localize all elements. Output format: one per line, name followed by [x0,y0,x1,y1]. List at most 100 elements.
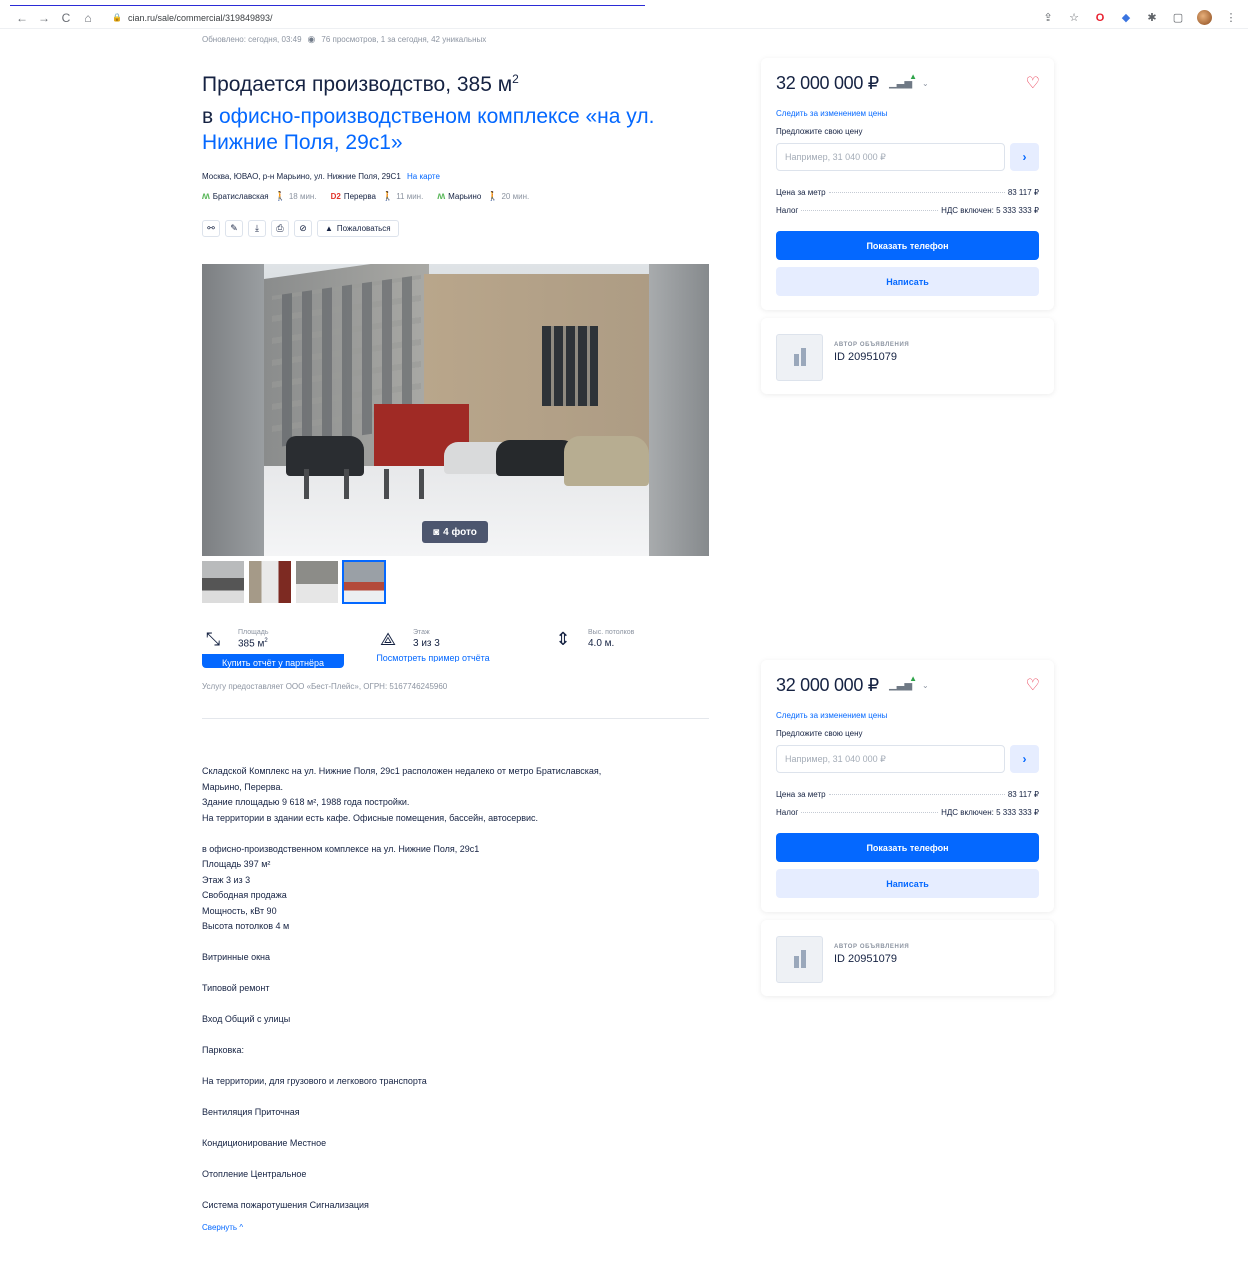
show-phone-button[interactable]: Показать телефон [776,231,1039,260]
price-per-meter-row: Цена за метр 83 117 ₽ [776,790,1039,799]
favorite-heart-icon[interactable]: ♡ [1026,73,1040,93]
puzzle-extensions-icon[interactable]: ✱ [1145,11,1159,25]
complex-link[interactable]: офисно-производственом комплексе «на ул.… [202,105,654,154]
car [564,436,649,486]
reload-icon[interactable]: C [58,10,74,26]
write-button[interactable]: Написать [776,869,1039,898]
divider [202,718,709,719]
walk-icon: 🚶 [274,191,286,201]
title-sup: 2 [512,72,519,86]
author-card-sticky[interactable]: АВТОР ОБЪЯВЛЕНИЯ ID 20951079 [761,920,1054,996]
price-per-meter-row: Цена за метр 83 117 ₽ [776,188,1039,197]
photo-count-badge[interactable]: ◙ 4 фото [422,521,488,543]
description-line: Система пожаротушения Сигнализация [202,1200,369,1210]
param-label: Площадь [238,628,269,636]
author-building-icon [776,936,823,983]
tax-row: Налог НДС включен: 5 333 333 ₽ [776,808,1039,817]
param-ceiling: ⇕ Выс. потолков 4.0 м. [552,628,634,650]
side-panel-icon[interactable]: ▢ [1171,11,1185,25]
address-bar[interactable]: 🔒 cian.ru/sale/commercial/319849893/ [112,13,273,23]
object-params: ⤡ Площадь 385 м2 ⟁ Этаж 3 из 3 ⇕ Выс. по… [202,628,712,668]
dotted-leader [828,794,1005,795]
menu-kebab-icon[interactable]: ⋮ [1224,11,1238,25]
complain-button[interactable]: ▲ Пожаловаться [317,220,399,237]
listing-meta: Обновлено: сегодня, 03:49 ◉ 76 просмотро… [202,34,486,45]
photo-thumbnail-active[interactable] [342,560,386,604]
chevron-up-icon: ^ [239,1223,244,1232]
map-link[interactable]: На карте [407,172,440,181]
bollard [419,469,424,499]
subtitle-prefix: в [202,105,219,128]
stairs-icon: ⟁ [379,628,397,649]
description-line: Высота потолков 4 м [202,921,290,931]
price: 32 000 000 ₽ [776,675,879,695]
chevron-right-icon: › [1022,150,1027,164]
back-icon[interactable]: ← [14,10,30,26]
dotted-leader [828,192,1005,193]
chevron-down-icon[interactable]: ⌄ [922,681,929,690]
offer-submit-button[interactable]: › [1010,745,1039,773]
author-card[interactable]: АВТОР ОБЪЯВЛЕНИЯ ID 20951079 [761,318,1054,394]
metro-item[interactable]: ʍ Марьино 🚶 20 мин. [437,191,529,202]
url-text: cian.ru/sale/commercial/319849893/ [127,12,273,23]
profile-avatar-icon[interactable] [1197,10,1212,25]
forward-icon[interactable]: → [36,10,52,26]
kv-value: 83 117 ₽ [1007,188,1039,197]
price-history-icon[interactable]: ▁▃▅ ▲ [889,72,917,89]
price-history-icon[interactable]: ▁▃▅ ▲ [889,674,917,691]
description-gap [202,966,702,982]
address: Москва, ЮВАО, р-н Марьино, ул. Нижние По… [202,172,440,181]
description-line: Мощность, кВт 90 [202,905,277,916]
param-label: Выс. потолков [588,629,635,636]
share-icon[interactable]: ⚯ [202,220,220,237]
opera-extension-icon[interactable]: O [1093,11,1107,25]
area-value-text: 385 м [238,638,265,650]
offer-submit-button[interactable]: › [1010,143,1039,171]
show-phone-button[interactable]: Показать телефон [776,833,1039,862]
metro-item[interactable]: ʍ Братиславская 🚶 18 мин. [202,191,317,202]
author-role: АВТОР ОБЪЯВЛЕНИЯ [834,342,910,348]
main-photo[interactable]: ◙ 4 фото [202,264,709,556]
offer-price-input[interactable] [776,745,1005,773]
views-text[interactable]: 76 просмотров, 1 за сегодня, 42 уникальн… [321,35,486,44]
follow-price-link[interactable]: Следить за изменением цены [776,109,887,118]
tax-row: Налог НДС включен: 5 333 333 ₽ [776,206,1039,215]
shield-extension-icon[interactable]: ◆ [1119,11,1133,25]
metro-list: ʍ Братиславская 🚶 18 мин. D2 Перерва 🚶 1… [202,191,543,202]
photo-next-blur[interactable] [649,264,709,556]
write-button[interactable]: Написать [776,267,1039,296]
photo-thumbnails [202,560,386,604]
camera-icon: ◙ [433,526,440,538]
share-icon[interactable]: ⇪ [1041,11,1055,25]
metro-name: Перерва [343,192,376,201]
edit-icon[interactable]: ✎ [225,220,243,237]
favorite-heart-icon[interactable]: ♡ [1026,675,1040,695]
author-building-icon [776,334,823,381]
home-icon[interactable]: ⌂ [80,10,96,26]
description-line: Марьино, Перерва. [202,781,283,792]
photo-thumbnail[interactable] [296,561,338,603]
offer-price-input[interactable] [776,143,1005,171]
collapse-link[interactable]: Свернуть ^ [202,1223,243,1232]
collapse-label: Свернуть [202,1223,238,1232]
bookmark-star-icon[interactable]: ☆ [1067,11,1081,25]
metro-item[interactable]: D2 Перерва 🚶 11 мин. [331,191,424,202]
photo-thumbnail[interactable] [249,561,291,603]
author-id: ID 20951079 [834,953,897,965]
param-area: ⤡ Площадь 385 м2 [202,628,269,650]
kv-label: Налог [776,808,799,817]
hide-icon[interactable]: ⊘ [294,220,312,237]
description-line: Типовой ремонт [202,983,270,993]
browser-toolbar: ← → C ⌂ 🔒 cian.ru/sale/commercial/319849… [0,7,1248,29]
metro-icon: ʍ [437,191,446,202]
chevron-down-icon[interactable]: ⌄ [922,79,929,88]
kv-label: Цена за метр [776,790,826,799]
follow-price-link[interactable]: Следить за изменением цены [776,711,887,720]
download-icon[interactable]: ⤓ [248,220,266,237]
photo-thumbnail[interactable] [202,561,244,603]
photo-prev-blur[interactable] [202,264,264,556]
stray-top-link[interactable] [10,0,645,6]
description-line: Свободная продажа [202,890,287,900]
metro-name: Братиславская [212,192,269,201]
print-icon[interactable]: ⎙ [271,220,289,237]
